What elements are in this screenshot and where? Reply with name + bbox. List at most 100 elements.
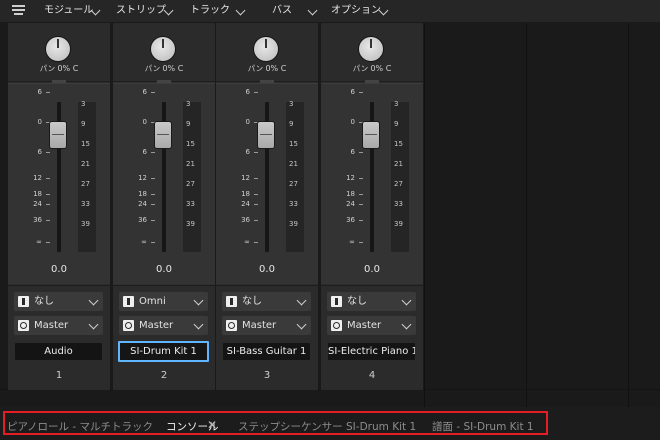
meter-scale-label: 3	[81, 100, 86, 108]
volume-fader[interactable]	[363, 122, 379, 148]
fader-scale-label: 6	[245, 88, 250, 96]
fader-scale-label: 0	[142, 118, 147, 126]
knob-pointer	[265, 39, 267, 48]
meter-scale-label: 9	[81, 120, 86, 128]
fader-scale-tick	[359, 92, 363, 93]
pan-knob[interactable]	[46, 37, 70, 61]
fader-scale-tick	[151, 178, 155, 179]
volume-value: 0.0	[364, 264, 380, 275]
volume-value: 0.0	[259, 264, 275, 275]
column-divider	[628, 23, 629, 407]
input-dropdown[interactable]: なし	[222, 292, 311, 311]
fader-scale-tick	[46, 242, 50, 243]
meter-scale-label: 39	[289, 220, 298, 228]
fader-scale-label: 0	[245, 118, 250, 126]
fader-scale-label: ∞	[36, 238, 42, 246]
input-dropdown[interactable]: なし	[14, 292, 103, 311]
fader-scale-label: 6	[142, 148, 147, 156]
fader-scale-tick	[254, 220, 258, 221]
chevron-down-icon[interactable]	[235, 5, 246, 16]
fader-scale-label: 6	[245, 148, 250, 156]
meter-scale-label: 15	[289, 140, 298, 148]
track-number: 3	[263, 370, 271, 381]
menu-options[interactable]: オプション	[331, 0, 381, 22]
fader-scale-tick	[254, 204, 258, 205]
fader-scale-label: 6	[37, 148, 42, 156]
fader-scale-label: 18	[346, 190, 355, 198]
volume-fader[interactable]	[50, 122, 66, 148]
output-dropdown[interactable]: Master	[327, 316, 416, 335]
fader-section: 6 0 6 12 18 24 36 ∞ 3 9 15 21 27 33 39 0.0	[8, 83, 110, 284]
track-name[interactable]: Audio	[15, 343, 102, 360]
pan-knob[interactable]	[359, 37, 383, 61]
meter-scale-label: 15	[186, 140, 195, 148]
menu-track[interactable]: トラック	[190, 0, 230, 22]
track-name[interactable]: SI-Drum Kit 1	[118, 341, 209, 362]
pan-readout: パン 0% C	[216, 63, 318, 74]
fader-notch	[157, 134, 169, 135]
output-dropdown[interactable]: Master	[14, 316, 103, 335]
fader-scale-label: 6	[142, 88, 147, 96]
fader-scale-label: 24	[346, 200, 355, 208]
meter-scale-label: 33	[394, 200, 403, 208]
io-section: なし Master SI-Electric Piano 1 4	[321, 285, 423, 390]
pan-readout: パン 0% C	[321, 63, 423, 74]
output-icon	[123, 320, 134, 331]
meter-scale-label: 15	[81, 140, 90, 148]
input-icon	[331, 296, 342, 307]
fader-notch	[365, 134, 377, 135]
fader-scale-label: 24	[33, 200, 42, 208]
fader-scale-label: 36	[346, 216, 355, 224]
fader-scale-tick	[46, 204, 50, 205]
pan-knob[interactable]	[151, 37, 175, 61]
fader-section: 6 0 6 12 18 24 36 ∞ 3 9 15 21 27 33 39 0.0	[113, 83, 215, 284]
volume-fader[interactable]	[258, 122, 274, 148]
output-dropdown[interactable]: Master	[222, 316, 311, 335]
fader-notch	[260, 134, 272, 135]
input-dropdown[interactable]: Omni	[119, 292, 208, 311]
menu-bus[interactable]: バス	[272, 0, 292, 22]
output-value: Master	[347, 320, 382, 331]
track-name[interactable]: SI-Bass Guitar 1	[223, 343, 310, 360]
output-dropdown[interactable]: Master	[119, 316, 208, 335]
track-number: 1	[55, 370, 63, 381]
meter-scale-label: 39	[186, 220, 195, 228]
fader-scale-label: 6	[350, 148, 355, 156]
menu-strip[interactable]: ストリップ	[116, 0, 166, 22]
chevron-down-icon	[296, 295, 307, 306]
fader-scale-tick	[359, 178, 363, 179]
output-icon	[226, 320, 237, 331]
pan-value: 0% C	[162, 64, 184, 73]
meter-scale-label: 9	[289, 120, 294, 128]
input-icon	[123, 296, 134, 307]
fader-scale-label: ∞	[349, 238, 355, 246]
chevron-down-icon[interactable]	[307, 5, 318, 16]
hamburger-menu-icon[interactable]	[9, 5, 31, 19]
fader-scale-tick	[46, 220, 50, 221]
volume-fader[interactable]	[155, 122, 171, 148]
chevron-down-icon	[296, 319, 307, 330]
fader-scale-tick	[151, 92, 155, 93]
track-name[interactable]: SI-Electric Piano 1	[328, 343, 415, 360]
fader-scale-tick	[254, 92, 258, 93]
meter-scale-label: 33	[186, 200, 195, 208]
fader-scale-tick	[151, 194, 155, 195]
pan-knob[interactable]	[254, 37, 278, 61]
fader-scale-label: 24	[241, 200, 250, 208]
meter-scale-label: 21	[394, 160, 403, 168]
fader-scale-tick	[46, 152, 50, 153]
input-value: なし	[34, 296, 54, 307]
io-section: Omni Master SI-Drum Kit 1 2	[113, 285, 215, 390]
fader-scale-label: 12	[33, 174, 42, 182]
fader-scale-tick	[359, 204, 363, 205]
pan-section: パン 0% C	[113, 23, 215, 83]
channel-strip: パン 0% C 6 0 6 12 18 24 36 ∞ 3 9 15 21 27 33 39 0.0 なし	[8, 23, 110, 390]
fader-scale-label: 18	[241, 190, 250, 198]
pan-value: 0% C	[265, 64, 287, 73]
menu-module[interactable]: モジュール	[44, 0, 93, 22]
meter-scale-label: 3	[394, 100, 399, 108]
knob-pointer	[370, 39, 372, 48]
volume-value: 0.0	[51, 264, 67, 275]
pan-readout: パン 0% C	[8, 63, 110, 74]
input-dropdown[interactable]: なし	[327, 292, 416, 311]
